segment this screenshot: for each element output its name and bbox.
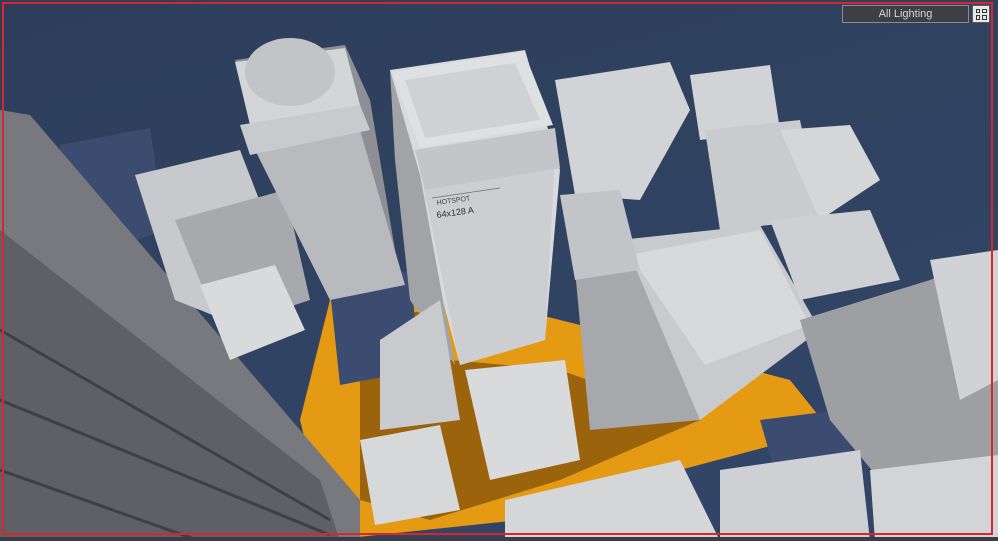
3d-viewport[interactable]: HOTSPOT 64x128 A All Lighting bbox=[0, 0, 998, 541]
viewport-layout-button[interactable] bbox=[972, 5, 990, 23]
lighting-mode-dropdown[interactable]: All Lighting bbox=[842, 5, 969, 23]
city-scene: HOTSPOT 64x128 A bbox=[0, 38, 998, 541]
viewport-bottom-edge bbox=[0, 537, 998, 541]
building-cluster-upper-right bbox=[555, 62, 690, 200]
block-bottom-right bbox=[720, 450, 870, 541]
dome bbox=[245, 38, 335, 106]
grid-2x2-icon bbox=[975, 8, 987, 20]
block-far-bottom-right bbox=[870, 455, 998, 541]
viewport-toolbar: All Lighting bbox=[842, 5, 990, 23]
